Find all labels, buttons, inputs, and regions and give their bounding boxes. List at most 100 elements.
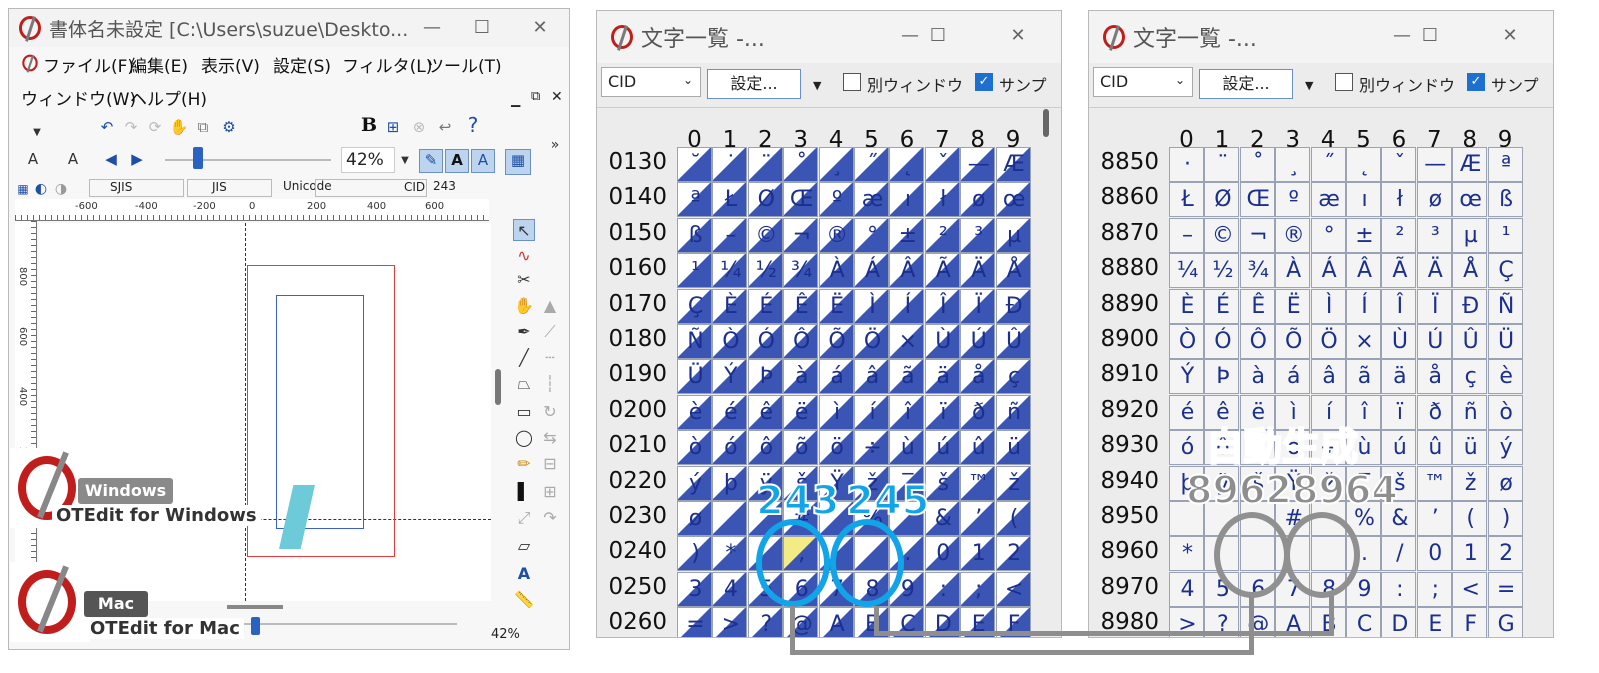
glyph-cell[interactable]: — — [1416, 147, 1452, 182]
glyph-cell[interactable]: ¼ — [712, 253, 748, 289]
glyph-cell[interactable]: ¹ — [1487, 217, 1523, 253]
glyph-cell[interactable]: ³ — [960, 217, 996, 253]
glyph-cell[interactable]: E — [1416, 607, 1452, 637]
maximize-icon[interactable]: ☐ — [1419, 25, 1441, 47]
glyph-cell[interactable]: C — [1346, 607, 1381, 637]
glyph-cell[interactable]: Û — [1452, 324, 1488, 359]
glyph-cell[interactable]: ˚ — [1239, 147, 1275, 182]
glyph-cell[interactable]: å — [960, 359, 996, 395]
glyph-cell[interactable]: ( — [1452, 501, 1488, 536]
glyph-cell[interactable]: µ — [995, 217, 1031, 253]
glyph-cell[interactable]: Ø — [1204, 182, 1240, 218]
glyph-cell[interactable]: ˚ — [783, 147, 819, 182]
distribute-tool-icon[interactable]: ⊞ — [539, 481, 561, 503]
glyph-cell[interactable]: É — [747, 288, 783, 324]
copy-icon[interactable]: ⧉ — [193, 117, 213, 137]
glyph-cell[interactable]: Å — [995, 253, 1031, 289]
glyph-cell[interactable]: ˛ — [1346, 147, 1381, 182]
glyph-cell[interactable]: ® — [818, 217, 854, 253]
zoom-dropdown-icon[interactable]: ▼ — [395, 151, 415, 171]
glyph-cell[interactable]: ä — [924, 359, 960, 395]
glyph-cell[interactable]: Ò — [712, 324, 748, 359]
glyph-cell[interactable]: × — [889, 324, 925, 359]
vline-tool-icon[interactable]: ┆ — [539, 373, 561, 395]
glyph-cell[interactable]: Ì — [1310, 288, 1346, 324]
knife-tool-icon[interactable]: ⟋ — [539, 321, 561, 343]
text-tool-icon[interactable]: A — [513, 563, 535, 585]
glyph-cell[interactable]: < — [1452, 571, 1488, 607]
glyph-cell[interactable]: ø — [960, 182, 996, 218]
forward-icon[interactable]: ◑ — [51, 179, 71, 199]
glyph-cell[interactable]: ˝ — [1310, 147, 1346, 182]
glyph-cell[interactable]: Ï — [960, 288, 996, 324]
glyph-cell[interactable]: ² — [924, 217, 960, 253]
glyph-cell[interactable]: × — [1346, 324, 1381, 359]
glyph-cell[interactable]: Œ — [783, 182, 819, 218]
cancel-icon[interactable]: ⊗ — [409, 117, 429, 137]
sample-checkbox[interactable]: ✓ — [975, 73, 993, 91]
glyph-cell[interactable]: Í — [889, 288, 925, 324]
glyph-cell[interactable]: @ — [783, 607, 819, 637]
glyph-cell[interactable]: ¬ — [1239, 217, 1275, 253]
lasso-tool-icon[interactable]: ∿ — [513, 245, 535, 267]
glyph-cell[interactable]: ª — [677, 182, 712, 218]
glyph-cell[interactable]: ž — [1452, 465, 1488, 501]
eraser-tool-icon[interactable]: ▱ — [513, 535, 535, 557]
menu-tools[interactable]: ツール(T) — [427, 52, 502, 77]
refresh-icon[interactable]: ⟳ — [145, 117, 165, 137]
glyph-cell[interactable]: = — [1487, 571, 1523, 607]
scissors-tool-icon[interactable]: ✂ — [513, 269, 535, 291]
hand-tool-icon[interactable]: ✋ — [169, 117, 189, 137]
glyph-cell[interactable]: – — [1169, 217, 1204, 253]
glyph-cell[interactable]: Ç — [1487, 253, 1523, 289]
glyph-cell[interactable]: ; — [960, 571, 996, 607]
glyph-cell[interactable]: ³ — [1416, 217, 1452, 253]
undo-icon[interactable]: ↶ — [97, 117, 117, 137]
minimize-icon[interactable]: — — [1391, 25, 1413, 47]
glyph-cell[interactable]: Ł — [712, 182, 748, 218]
glyph-cell[interactable]: Œ — [1239, 182, 1275, 218]
glyph-cell[interactable]: ü — [995, 430, 1031, 466]
glyph-cell[interactable]: Ê — [1239, 288, 1275, 324]
glyph-cell[interactable]: Þ — [1204, 359, 1240, 395]
glyph-cell[interactable]: ’ — [1416, 501, 1452, 536]
settings-dropdown-icon[interactable]: ▼ — [1305, 79, 1313, 92]
rotate-tool-icon[interactable]: ↻ — [539, 401, 561, 423]
glyph-cell[interactable]: 2 — [1487, 536, 1523, 572]
glyph-cell[interactable]: Ã — [1381, 253, 1417, 289]
close-icon[interactable]: ✕ — [1499, 25, 1521, 47]
fill-tool-icon[interactable]: ▌ — [513, 481, 535, 503]
return-icon[interactable]: ↩ — [435, 117, 455, 137]
glyph-cell[interactable]: Ø — [747, 182, 783, 218]
zoom-slider-thumb[interactable] — [193, 147, 203, 169]
glyph-cell[interactable]: Ö — [1310, 324, 1346, 359]
glyph-cell[interactable]: ¸ — [1275, 147, 1311, 182]
close-icon[interactable]: ✕ — [529, 17, 551, 39]
menu-filter[interactable]: フィルタ(L) — [342, 52, 432, 77]
glyph-cell[interactable]: ˘ — [677, 147, 712, 182]
glyph-cell[interactable]: F — [1452, 607, 1488, 637]
glyph-cell[interactable]: û — [960, 430, 996, 466]
glyph-cell[interactable]: ı — [1346, 182, 1381, 218]
glyph-cell[interactable]: ô — [747, 430, 783, 466]
glyph-cell[interactable]: ± — [1346, 217, 1381, 253]
glyph-cell[interactable]: ’ — [960, 501, 996, 536]
glyph-cell[interactable]: G — [1487, 607, 1523, 637]
glyph-cell[interactable]: ª — [1487, 147, 1523, 182]
glyph-cell[interactable]: Ó — [747, 324, 783, 359]
canvas-scrollbar[interactable] — [495, 369, 501, 405]
settings-dropdown-icon[interactable]: ▼ — [813, 79, 821, 92]
pencil-tool-icon[interactable]: ✏ — [513, 453, 535, 475]
menu-settings[interactable]: 設定(S) — [273, 52, 331, 77]
glyph-cell[interactable]: 0 — [1416, 536, 1452, 572]
glyph-cell[interactable]: ó — [712, 430, 748, 466]
glyph-cell[interactable]: Ú — [1416, 324, 1452, 359]
glyph-cell[interactable]: ) — [677, 536, 712, 572]
glyph-cell[interactable]: Ù — [924, 324, 960, 359]
glyph-cell[interactable]: Î — [924, 288, 960, 324]
glyph-cell[interactable]: Ï — [1416, 288, 1452, 324]
glyph-cell[interactable]: å — [1416, 359, 1452, 395]
glyph-cell[interactable]: = — [677, 607, 712, 637]
gear-icon[interactable]: ⚙ — [219, 117, 239, 137]
glyph-cell[interactable]: / — [1381, 536, 1417, 572]
